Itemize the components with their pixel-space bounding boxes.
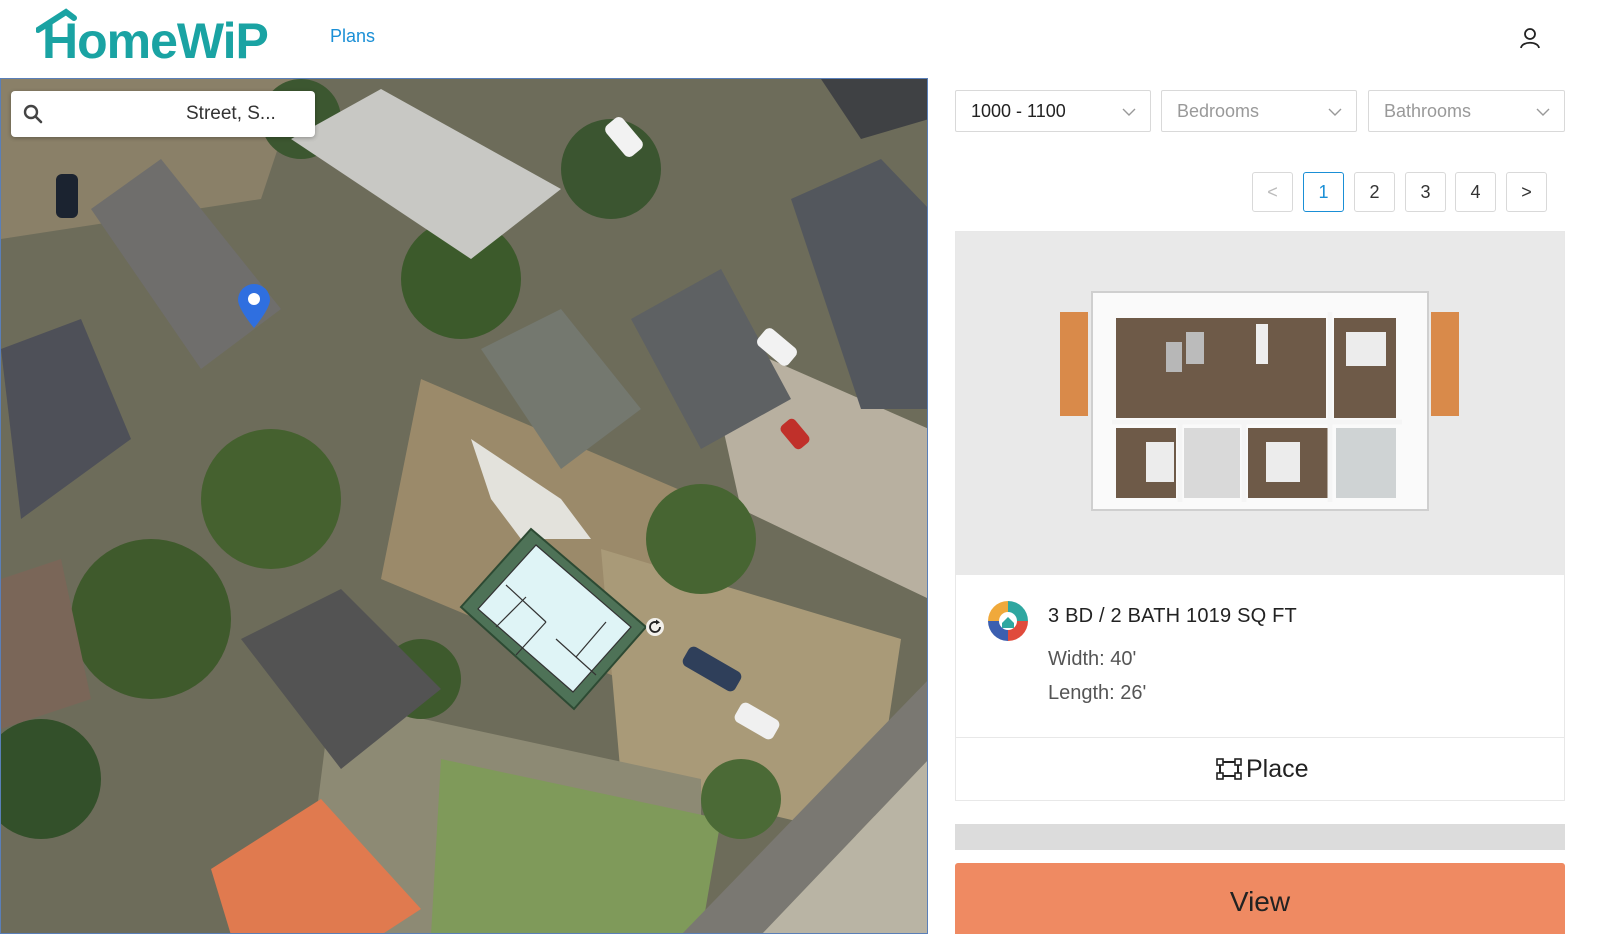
bathrooms-placeholder: Bathrooms xyxy=(1384,101,1472,121)
pagination-page-2[interactable]: 2 xyxy=(1354,172,1395,212)
nav-plans-link[interactable]: Plans xyxy=(330,26,375,47)
size-range-value: 1000 - 1100 xyxy=(971,101,1066,121)
place-frame-icon xyxy=(1216,758,1242,780)
aerial-imagery xyxy=(1,79,927,933)
plan-card: 3 BD / 2 BATH 1019 SQ FT Width: 40' Leng… xyxy=(955,231,1565,801)
view-button[interactable]: View xyxy=(955,863,1565,934)
bathrooms-select[interactable]: Bathrooms xyxy=(1368,90,1565,132)
pagination-next-button[interactable]: > xyxy=(1506,172,1547,212)
pagination-page-4[interactable]: 4 xyxy=(1455,172,1496,212)
plans-panel: 1000 - 1100 Bedrooms Bathrooms < 1 2 3 4… xyxy=(928,78,1600,934)
pagination-page-3[interactable]: 3 xyxy=(1405,172,1446,212)
svg-text:HomeWiP: HomeWiP xyxy=(42,13,268,69)
placed-floor-plan[interactable] xyxy=(456,527,666,717)
address-search-input[interactable]: Street, S... xyxy=(11,91,315,137)
chevron-down-icon xyxy=(1536,108,1550,116)
place-button[interactable]: Place xyxy=(956,738,1564,801)
floor-plan-render[interactable] xyxy=(956,232,1564,575)
search-input-value: Street, S... xyxy=(186,103,276,124)
rotate-icon[interactable] xyxy=(645,617,665,637)
place-button-label: Place xyxy=(1246,755,1309,783)
app-header: HomeWiP Plans xyxy=(0,0,1600,78)
homewip-logo[interactable]: HomeWiP xyxy=(36,8,286,70)
plan-length: Length: 26' xyxy=(1048,682,1147,704)
designer-avatar-icon xyxy=(988,601,1028,641)
user-icon[interactable] xyxy=(1516,24,1544,52)
satellite-map[interactable]: Street, S... xyxy=(0,78,928,934)
search-icon xyxy=(23,104,43,124)
card-actions: Place xyxy=(956,737,1564,800)
chevron-down-icon xyxy=(1328,108,1342,116)
plan-title: 3 BD / 2 BATH 1019 SQ FT xyxy=(1048,605,1297,627)
map-pin-icon[interactable] xyxy=(236,283,272,329)
view-button-label: View xyxy=(1229,886,1291,917)
size-range-select[interactable]: 1000 - 1100 xyxy=(955,90,1151,132)
pagination-page-1[interactable]: 1 xyxy=(1303,172,1344,212)
bedrooms-placeholder: Bedrooms xyxy=(1177,101,1260,121)
bedrooms-select[interactable]: Bedrooms xyxy=(1161,90,1357,132)
chevron-down-icon xyxy=(1122,108,1136,116)
pagination-prev-button[interactable]: < xyxy=(1252,172,1293,212)
loading-placeholder xyxy=(955,824,1565,850)
plan-width: Width: 40' xyxy=(1048,648,1137,670)
